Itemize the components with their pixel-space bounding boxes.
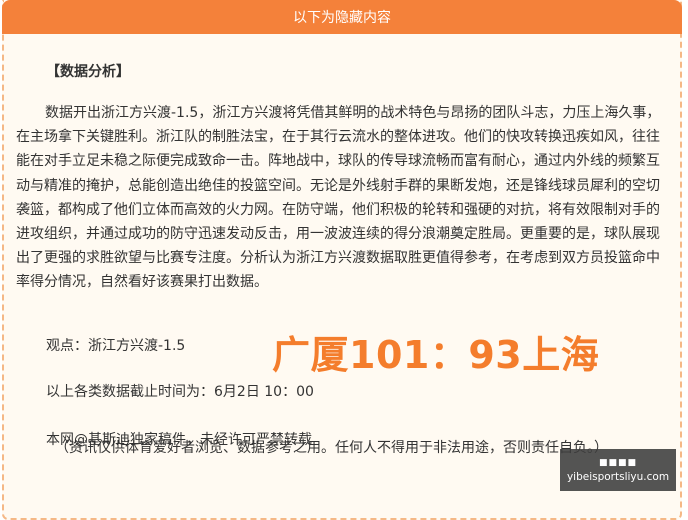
score-highlight: 广厦101：93上海 xyxy=(272,333,600,377)
analysis-paragraph: 数据开出浙江方兴渡-1.5，浙江方兴渡将凭借其鲜明的战术特色与昂扬的团队斗志，力… xyxy=(16,105,661,291)
watermark-logo-text: ■■■■ xyxy=(598,458,637,468)
header-title: 以下为隐藏内容 xyxy=(293,10,391,26)
section-title: 【数据分析】 xyxy=(46,64,130,80)
cutoff-time-text: 以上各类数据截止时间为：6月2日 10：00 xyxy=(46,384,314,400)
watermark-url: yibeisportsliyu.com xyxy=(566,471,670,483)
site-watermark: ■■■■ yibeisportsliyu.com xyxy=(560,449,676,491)
disclaimer-text: （资讯仅供体育爱好者浏览、数据参考之用。任何人不得用于非法用途，否则责任自负。） xyxy=(55,440,608,456)
hidden-content-header: 以下为隐藏内容 xyxy=(2,0,682,34)
viewpoint-text: 观点：浙江方兴渡-1.5 xyxy=(46,338,186,354)
